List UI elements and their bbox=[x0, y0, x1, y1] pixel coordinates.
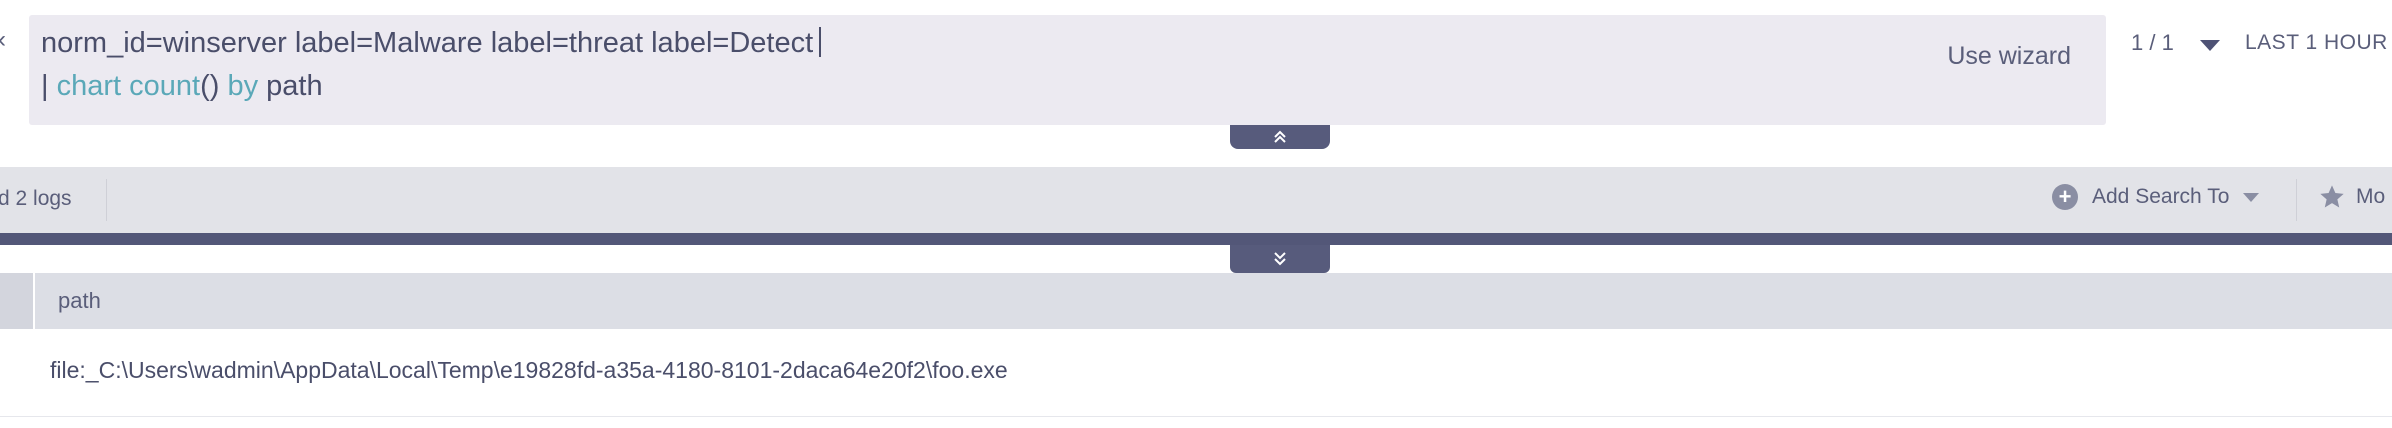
results-table-header: path bbox=[0, 273, 2392, 329]
use-wizard-link[interactable]: Use wizard bbox=[1947, 42, 2071, 71]
query-parens: () bbox=[200, 70, 220, 102]
query-line-1[interactable]: norm_id=winserver label=Malware label=th… bbox=[41, 27, 822, 60]
double-chevron-up-icon bbox=[1274, 130, 1286, 143]
query-field: path bbox=[258, 70, 323, 102]
time-range-caret-icon[interactable] bbox=[2200, 40, 2220, 51]
collapse-query-button[interactable] bbox=[1230, 125, 1330, 149]
toolbar-divider bbox=[106, 179, 107, 221]
panel-divider bbox=[0, 233, 2392, 245]
back-icon[interactable]: ‹ bbox=[0, 26, 6, 54]
double-chevron-down-icon bbox=[1274, 252, 1286, 266]
found-logs-count: d 2 logs bbox=[0, 187, 72, 210]
more-button[interactable]: Mo bbox=[2318, 183, 2385, 211]
toolbar-divider bbox=[2296, 179, 2297, 221]
time-range-selector[interactable]: LAST 1 HOUR bbox=[2245, 31, 2388, 55]
query-strip: ‹ norm_id=winserver label=Malware label=… bbox=[0, 0, 2392, 149]
add-search-to-label: Add Search To bbox=[2092, 185, 2230, 208]
header-gutter bbox=[0, 273, 35, 329]
query-line-2[interactable]: | chart count() by path bbox=[41, 70, 323, 103]
query-pipe: | bbox=[41, 70, 57, 102]
caret-down-icon bbox=[2243, 192, 2260, 202]
query-text-line-1: norm_id=winserver label=Malware label=th… bbox=[41, 27, 814, 59]
query-function: chart count bbox=[56, 70, 201, 102]
text-cursor bbox=[819, 27, 822, 57]
cell-path[interactable]: file:_C:\Users\wadmin\AppData\Local\Temp… bbox=[50, 357, 1008, 384]
results-toolbar: d 2 logs + Add Search To Mo bbox=[0, 167, 2392, 233]
query-by-keyword: by bbox=[219, 70, 259, 102]
add-search-to-button[interactable]: + Add Search To bbox=[2052, 184, 2260, 210]
expand-panel-button[interactable] bbox=[1230, 245, 1330, 273]
search-query-editor[interactable]: norm_id=winserver label=Malware label=th… bbox=[29, 15, 2106, 125]
column-header-path[interactable]: path bbox=[58, 288, 101, 314]
table-row[interactable]: file:_C:\Users\wadmin\AppData\Local\Temp… bbox=[0, 329, 2392, 417]
plus-circle-icon: + bbox=[2052, 184, 2078, 210]
star-icon bbox=[2320, 185, 2344, 208]
more-label: Mo bbox=[2356, 185, 2386, 208]
search-page: ‹ norm_id=winserver label=Malware label=… bbox=[0, 0, 2392, 428]
page-count: 1 / 1 bbox=[2131, 30, 2174, 55]
